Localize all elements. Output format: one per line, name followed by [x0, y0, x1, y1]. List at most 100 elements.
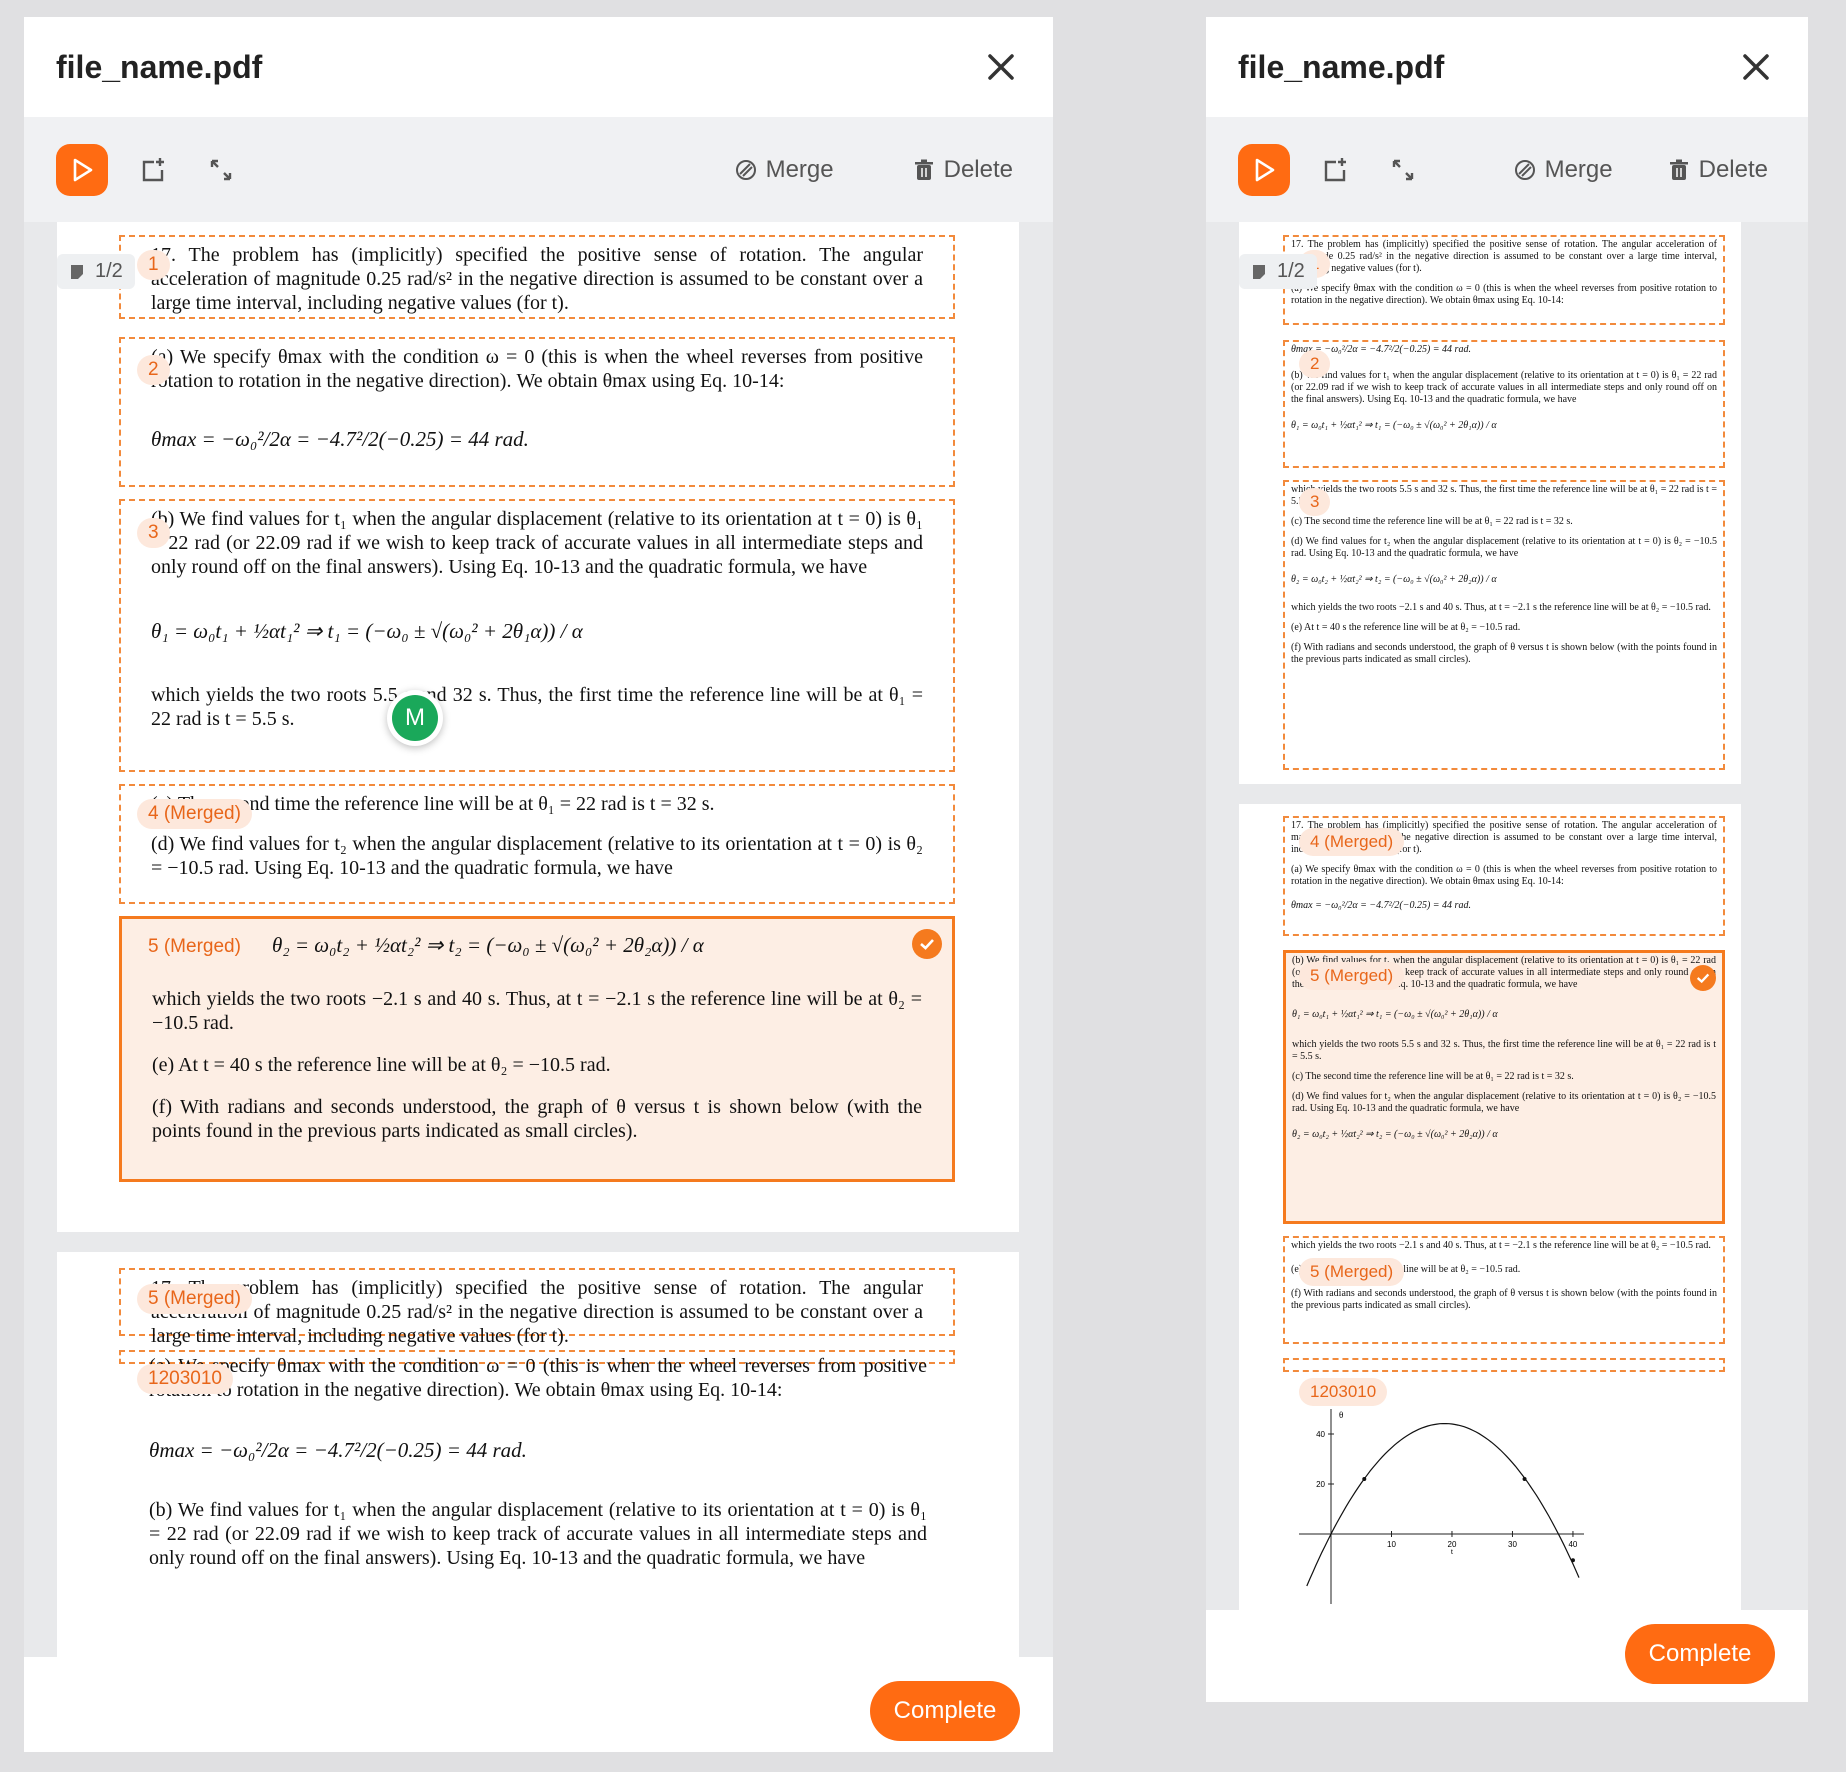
segment-1-text: 17. The problem has (implicitly) specifi… [151, 244, 923, 314]
file-title-right: file_name.pdf [1238, 48, 1445, 85]
complete-button[interactable]: Complete [1625, 1624, 1775, 1684]
expand-button[interactable] [198, 147, 244, 193]
mini-page-2: 17. The problem has (implicitly) specifi… [1239, 804, 1741, 1610]
dialog-header-right: file_name.pdf [1206, 17, 1808, 117]
segment-2-text: (a) We specify θmax with the condition ω… [151, 346, 923, 392]
check-icon[interactable] [912, 929, 942, 959]
y-tick-label: 40 [1316, 1430, 1325, 1439]
theta-curve [1306, 1423, 1580, 1587]
dialog-footer-right: Complete [1206, 1610, 1808, 1702]
delete-button[interactable]: Delete [1659, 156, 1776, 184]
mini-segment-3[interactable]: which yields the two roots 5.5 s and 32 … [1283, 480, 1725, 770]
segment-1[interactable]: 17. The problem has (implicitly) specifi… [119, 235, 955, 319]
add-box-icon [1324, 157, 1346, 181]
trash-icon [914, 159, 933, 180]
page-indicator-text: 1/2 [95, 260, 123, 282]
mini-eq-2b: θ₁ = ω₀t₁ + ½αt₁² ⇒ t₁ = (−ω₀ ± √(ω₀² + … [1292, 1009, 1498, 1020]
add-box-icon [142, 157, 164, 181]
mini-text-6b: (d) We find values for t₂ when the angul… [1292, 1091, 1716, 1114]
segment-2-tag: 2 [137, 355, 170, 385]
add-region-button[interactable] [130, 147, 176, 193]
segment-3-text: (b) We find values for t₁ when the angul… [151, 508, 923, 578]
page-icon [71, 264, 83, 279]
cursor-icon [1255, 158, 1275, 181]
mini-text-4b: which yields the two roots 5.5 s and 32 … [1292, 1039, 1716, 1062]
mini-eq-1b: θmax = −ω₀²/2α = −4.7²/2(−0.25) = 44 rad… [1291, 900, 1471, 911]
mini-segment-7[interactable] [1283, 1358, 1725, 1372]
add-region-button[interactable] [1312, 147, 1358, 193]
pdf-page-2: 17. The problem has (implicitly) specifi… [57, 1252, 1019, 1657]
mini-segment-1[interactable]: 17. The problem has (implicitly) specifi… [1283, 235, 1725, 325]
data-point [1570, 1558, 1575, 1563]
segment-4-tag: 4 (Merged) [137, 799, 252, 829]
dialog-footer: Complete [24, 1657, 1053, 1752]
segment-5-tag: 5 (Merged) [148, 936, 241, 957]
segment-1-tag: 1 [137, 250, 170, 280]
data-point [1522, 1477, 1527, 1481]
expand-button[interactable] [1380, 147, 1426, 193]
x-tick-label: 40 [1568, 1540, 1577, 1549]
select-tool-button[interactable] [56, 143, 108, 196]
segment-2[interactable]: (a) We specify θmax with the condition ω… [119, 337, 955, 487]
data-point [1362, 1477, 1367, 1481]
merge-icon [735, 159, 756, 180]
document-viewer-right[interactable]: 17. The problem has (implicitly) specifi… [1206, 222, 1808, 1610]
pdf-page-1: 17. The problem has (implicitly) specifi… [57, 222, 1019, 1232]
segment-7-tag: 1203010 [137, 1364, 233, 1394]
file-title: file_name.pdf [56, 48, 263, 85]
toolbar: Merge Delete [24, 117, 1053, 222]
page-icon [1253, 264, 1265, 279]
merge-button[interactable]: Merge [726, 156, 842, 184]
mini-tag-5: 5 (Merged) [1299, 962, 1405, 990]
delete-button[interactable]: Delete [904, 156, 1021, 184]
page-2-text-b: (b) We find values for t₁ when the angul… [149, 1499, 927, 1569]
complete-button[interactable]: Complete [870, 1681, 1020, 1741]
y-tick-label: 20 [1316, 1480, 1325, 1489]
toolbar-right: Merge Delete [1206, 117, 1808, 222]
check-icon[interactable] [1690, 965, 1716, 991]
segment-3-equation: θ₁ = ω₀t₁ + ½αt₁² ⇒ t₁ = (−ω₀ ± √(ω₀² + … [151, 619, 583, 643]
mini-eq-3: θ₂ = ω₀t₂ + ½αt₂² ⇒ t₂ = (−ω₀ ± √(ω₀² + … [1291, 574, 1497, 585]
expand-icon [210, 159, 232, 180]
mini-segment-5-selected[interactable]: (b) We find values for t₁ when the angul… [1283, 950, 1725, 1224]
x-tick-label: 30 [1508, 1540, 1517, 1549]
page-indicator: 1/2 [1239, 254, 1317, 289]
merge-button[interactable]: Merge [1505, 156, 1621, 184]
mini-text-5: (c) The second time the reference line w… [1291, 516, 1573, 527]
close-icon[interactable] [981, 47, 1021, 87]
mini-text-3: (b) We find values for t₁ when the angul… [1291, 370, 1717, 405]
mini-text-2b: (a) We specify θmax with the condition ω… [1291, 864, 1717, 887]
segment-5-text-b: (e) At t = 40 s the reference line will … [152, 1054, 611, 1076]
select-tool-button[interactable] [1238, 143, 1290, 196]
segment-4-text-a: (c) The second time the reference line w… [151, 793, 715, 815]
y-axis-label: θ [1339, 1410, 1343, 1420]
x-tick-label: 10 [1387, 1540, 1396, 1549]
mini-text-7b: which yields the two roots −2.1 s and 40… [1291, 1240, 1711, 1251]
mini-segment-2[interactable]: θmax = −ω₀²/2α = −4.7²/2(−0.25) = 44 rad… [1283, 340, 1725, 468]
merge-label: Merge [765, 155, 834, 183]
page-2-equation: θmax = −ω₀²/2α = −4.7²/2(−0.25) = 44 rad… [149, 1438, 527, 1462]
segment-5-text-c: (f) With radians and seconds understood,… [152, 1096, 922, 1142]
segment-2-equation: θmax = −ω₀²/2α = −4.7²/2(−0.25) = 44 rad… [151, 427, 529, 451]
document-viewer[interactable]: 17. The problem has (implicitly) specifi… [24, 222, 1053, 1657]
dialog-header: file_name.pdf [24, 17, 1053, 117]
segment-4-text-b: (d) We find values for t₂ when the angul… [151, 833, 923, 879]
mini-text-5b: (c) The second time the reference line w… [1292, 1071, 1574, 1082]
page-indicator: 1/2 [57, 254, 135, 289]
segment-6-text: 17. The problem has (implicitly) specifi… [151, 1277, 923, 1347]
mini-segment-6[interactable]: which yields the two roots −2.1 s and 40… [1283, 1236, 1725, 1344]
cursor-icon [73, 158, 93, 181]
theta-vs-t-chart: 10 20 30 402040tθ [1299, 1409, 1584, 1604]
close-icon[interactable] [1736, 47, 1776, 87]
segment-3[interactable]: (b) We find values for t₁ when the angul… [119, 499, 955, 772]
merge-label: Merge [1544, 155, 1613, 183]
page-2-body: (a) We specify θmax with the condition ω… [149, 1354, 927, 1570]
expand-icon [1392, 159, 1414, 180]
mini-tag-7: 1203010 [1299, 1378, 1388, 1406]
mini-text-1: 17. The problem has (implicitly) specifi… [1291, 239, 1717, 274]
mini-eq-3b: θ₂ = ω₀t₂ + ½αt₂² ⇒ t₂ = (−ω₀ ± √(ω₀² + … [1292, 1129, 1498, 1140]
mini-tag-4: 4 (Merged) [1299, 828, 1405, 856]
mini-text-9: (f) With radians and seconds understood,… [1291, 642, 1717, 665]
user-avatar[interactable]: M [387, 690, 443, 746]
mini-eq-1: θmax = −ω₀²/2α = −4.7²/2(−0.25) = 44 rad… [1291, 344, 1471, 355]
